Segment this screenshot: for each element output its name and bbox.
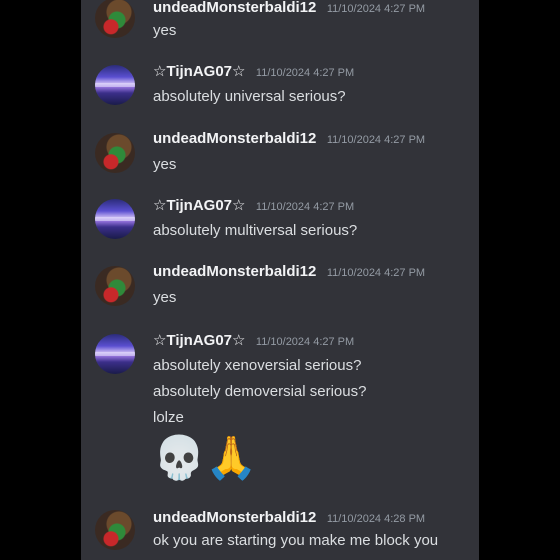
folded-hands-emoji[interactable]: 🙏 — [205, 435, 257, 481]
avatar[interactable] — [95, 0, 135, 38]
timestamp: 11/10/2024 4:27 PM — [255, 67, 355, 79]
message-text: yes — [153, 156, 177, 173]
timestamp: 11/10/2024 4:27 PM — [326, 134, 426, 146]
avatar[interactable] — [95, 334, 135, 374]
message-text: absolutely xenoversial serious? — [153, 357, 362, 374]
username[interactable]: ☆TijnAG07☆ — [153, 197, 245, 214]
username[interactable]: undeadMonsterbaldi12 — [153, 509, 316, 526]
avatar[interactable] — [95, 510, 135, 550]
timestamp: 11/10/2024 4:27 PM — [255, 201, 355, 213]
message-text: absolutely demoversial serious? — [153, 383, 367, 400]
username[interactable]: undeadMonsterbaldi12 — [153, 130, 316, 147]
message-header: ☆TijnAG07☆ 11/10/2024 4:27 PM — [153, 331, 354, 350]
chat-panel: undeadMonsterbaldi12 11/10/2024 4:27 PM … — [81, 0, 479, 560]
message-text: absolutely universal serious? — [153, 88, 346, 105]
avatar[interactable] — [95, 133, 135, 173]
message-header: undeadMonsterbaldi12 11/10/2024 4:27 PM — [153, 263, 425, 281]
avatar[interactable] — [95, 199, 135, 239]
timestamp: 11/10/2024 4:27 PM — [326, 3, 426, 15]
message-text: yes — [153, 22, 177, 39]
timestamp: 11/10/2024 4:27 PM — [255, 336, 355, 348]
message-header: undeadMonsterbaldi12 11/10/2024 4:27 PM — [153, 0, 425, 17]
message-header: ☆TijnAG07☆ 11/10/2024 4:27 PM — [153, 196, 354, 215]
message-header: ☆TijnAG07☆ 11/10/2024 4:27 PM — [153, 62, 354, 81]
timestamp: 11/10/2024 4:28 PM — [326, 513, 426, 525]
timestamp: 11/10/2024 4:27 PM — [326, 267, 426, 279]
message-text: ok you are starting you make me block yo… — [153, 532, 439, 549]
message-header: undeadMonsterbaldi12 11/10/2024 4:28 PM — [153, 509, 425, 527]
username[interactable]: undeadMonsterbaldi12 — [153, 263, 316, 280]
username[interactable]: ☆TijnAG07☆ — [153, 332, 245, 349]
message-text: lolze — [153, 409, 184, 426]
username[interactable]: ☆TijnAG07☆ — [153, 63, 245, 80]
message-text: absolutely multiversal serious? — [153, 222, 358, 239]
message-header: undeadMonsterbaldi12 11/10/2024 4:27 PM — [153, 130, 425, 148]
message-text: yes — [153, 289, 177, 306]
username[interactable]: undeadMonsterbaldi12 — [153, 0, 316, 16]
skull-emoji[interactable]: 💀 — [153, 435, 205, 481]
avatar[interactable] — [95, 266, 135, 306]
avatar[interactable] — [95, 65, 135, 105]
